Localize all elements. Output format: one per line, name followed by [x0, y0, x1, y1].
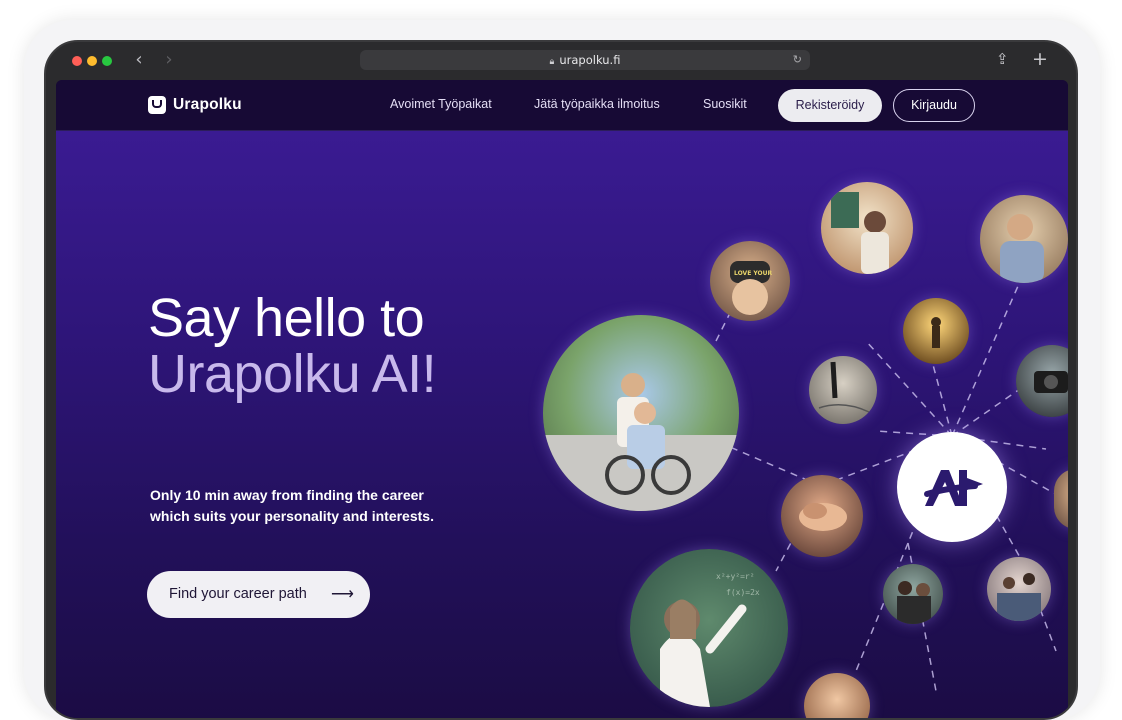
photo-career-office	[987, 557, 1051, 621]
site-header: Urapolku Avoimet Työpaikat Jätä työpaikk…	[56, 80, 1068, 131]
register-button[interactable]: Rekisteröidy	[778, 89, 882, 122]
reload-icon[interactable]: ↻	[793, 50, 802, 70]
close-window-button[interactable]	[72, 56, 82, 66]
url-text: urapolku.fi	[559, 53, 621, 67]
hero-title-line-1: Say hello to	[148, 288, 425, 348]
arrow-right-icon: ⟶	[331, 586, 354, 603]
hero-subtitle-line-1: Only 10 min away from finding the career	[150, 487, 424, 503]
zoom-window-button[interactable]	[102, 56, 112, 66]
page-viewport: Urapolku Avoimet Työpaikat Jätä työpaikk…	[56, 80, 1068, 718]
site-logo[interactable]: Urapolku	[148, 95, 242, 115]
find-career-path-button[interactable]: Find your career path ⟶	[147, 571, 370, 618]
photo-career-artist	[821, 182, 913, 274]
forward-arrow-icon[interactable]: ›	[160, 51, 178, 69]
login-button[interactable]: Kirjaudu	[893, 89, 975, 122]
address-bar[interactable]: 🔒︎ urapolku.fi ↻	[360, 50, 810, 70]
photo-career-cap-person: LOVE YOUR	[710, 241, 790, 321]
logo-icon	[148, 96, 166, 114]
browser-window: ‹ › 🔒︎ urapolku.fi ↻ ⇪ + Urapolku Avoimet…	[44, 40, 1078, 720]
photo-career-handshake	[781, 475, 863, 557]
photo-career-caregiver	[543, 315, 739, 511]
photo-career-sunset	[903, 298, 969, 364]
hero-section: x²+y²=r² f(x)=2x LOVE YOUR Say hello to …	[56, 131, 1068, 718]
svg-text:f(x)=2x: f(x)=2x	[726, 588, 760, 597]
hero-title-line-2: Urapolku AI!	[148, 344, 437, 404]
photo-career-writer	[809, 356, 877, 424]
hero-subtitle-line-2: which suits your personality and interes…	[150, 508, 434, 524]
svg-text:LOVE YOUR: LOVE YOUR	[734, 270, 772, 277]
photo-career-team	[883, 564, 943, 624]
hero-title: Say hello to Urapolku AI!	[148, 290, 568, 402]
urapolku-ai-logo-icon	[924, 470, 983, 506]
back-arrow-icon[interactable]: ‹	[130, 51, 148, 69]
share-icon[interactable]: ⇪	[996, 50, 1009, 68]
nav-link-post-job[interactable]: Jätä työpaikka ilmoitus	[534, 97, 660, 111]
minimize-window-button[interactable]	[87, 56, 97, 66]
logo-text: Urapolku	[173, 96, 242, 113]
hero-subtitle: Only 10 min away from finding the career…	[150, 485, 490, 527]
svg-text:x²+y²=r²: x²+y²=r²	[716, 572, 755, 581]
photo-career-speaker	[980, 195, 1068, 283]
lock-icon: 🔒︎	[549, 57, 555, 67]
ai-hub-node	[897, 432, 1007, 542]
nav-link-favorites[interactable]: Suosikit	[703, 97, 747, 111]
new-tab-icon[interactable]: +	[1032, 50, 1048, 69]
photo-career-teacher: x²+y²=r² f(x)=2x	[630, 549, 788, 707]
nav-link-jobs[interactable]: Avoimet Työpaikat	[390, 97, 492, 111]
cta-label: Find your career path	[169, 586, 307, 602]
